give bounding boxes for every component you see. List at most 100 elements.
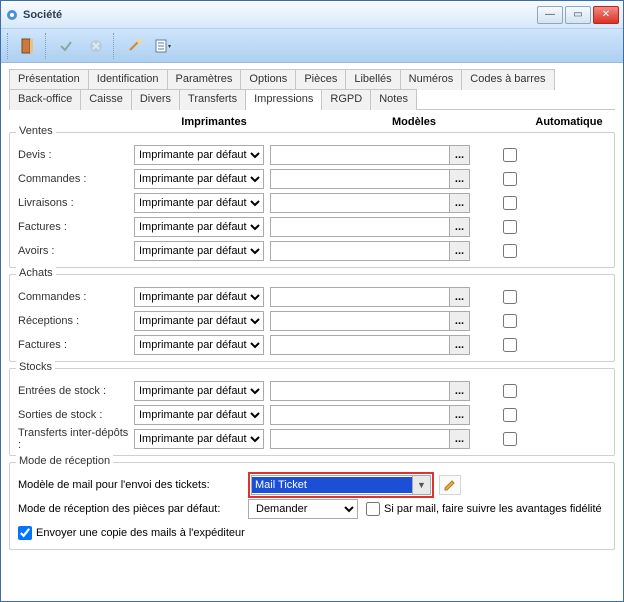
tab-num-ros[interactable]: Numéros bbox=[400, 69, 463, 90]
printer-select[interactable]: Imprimante par défaut bbox=[134, 405, 264, 425]
tab-identification[interactable]: Identification bbox=[88, 69, 168, 90]
tab-pr-sentation[interactable]: Présentation bbox=[9, 69, 89, 90]
forward-checkbox[interactable] bbox=[366, 502, 380, 516]
model-browse-button[interactable]: ... bbox=[449, 194, 469, 212]
model-select[interactable]: ... bbox=[270, 311, 470, 331]
model-select[interactable]: ... bbox=[270, 429, 470, 449]
printer-select[interactable]: Imprimante par défaut bbox=[134, 335, 264, 355]
printer-select[interactable]: Imprimante par défaut bbox=[134, 193, 264, 213]
model-browse-button[interactable]: ... bbox=[449, 242, 469, 260]
tab-back-office[interactable]: Back-office bbox=[9, 89, 81, 110]
mail-model-label: Modèle de mail pour l'envoi des tickets: bbox=[18, 479, 248, 491]
auto-checkbox[interactable] bbox=[503, 384, 517, 398]
group-stocks: StocksEntrées de stock :Imprimante par d… bbox=[9, 368, 615, 456]
model-browse-button[interactable]: ... bbox=[449, 406, 469, 424]
model-select[interactable]: ... bbox=[270, 193, 470, 213]
auto-checkbox[interactable] bbox=[503, 338, 517, 352]
forward-checkbox-label[interactable]: Si par mail, faire suivre les avantages … bbox=[366, 502, 602, 516]
tab-impressions[interactable]: Impressions bbox=[245, 89, 322, 110]
model-browse-button[interactable]: ... bbox=[449, 288, 469, 306]
tab-caisse[interactable]: Caisse bbox=[80, 89, 132, 110]
tab-strip: PrésentationIdentificationParamètresOpti… bbox=[9, 69, 615, 110]
auto-cell bbox=[470, 148, 550, 162]
default-mode-label: Mode de réception des pièces par défaut: bbox=[18, 503, 248, 515]
model-select[interactable]: ... bbox=[270, 217, 470, 237]
copy-checkbox[interactable] bbox=[18, 526, 32, 540]
toolbar-separator bbox=[45, 33, 49, 59]
auto-checkbox[interactable] bbox=[503, 408, 517, 422]
copy-checkbox-label[interactable]: Envoyer une copie des mails à l'expédite… bbox=[18, 526, 245, 540]
printer-select[interactable]: Imprimante par défaut bbox=[134, 169, 264, 189]
col-modeles: Modèles bbox=[299, 116, 529, 128]
tab-param-tres[interactable]: Paramètres bbox=[167, 69, 242, 90]
tab-notes[interactable]: Notes bbox=[370, 89, 417, 110]
model-browse-button[interactable]: ... bbox=[449, 218, 469, 236]
close-button[interactable]: ✕ bbox=[593, 6, 619, 24]
printer-select[interactable]: Imprimante par défaut bbox=[134, 429, 264, 449]
tab-divers[interactable]: Divers bbox=[131, 89, 180, 110]
exit-icon[interactable] bbox=[15, 33, 41, 59]
tab-codes-barres[interactable]: Codes à barres bbox=[461, 69, 554, 90]
row: Sorties de stock :Imprimante par défaut.… bbox=[16, 403, 608, 427]
default-mode-select[interactable]: Demander bbox=[248, 499, 358, 519]
row: Transferts inter-dépôts :Imprimante par … bbox=[16, 427, 608, 451]
printer-select[interactable]: Imprimante par défaut bbox=[134, 145, 264, 165]
model-select[interactable]: ... bbox=[270, 169, 470, 189]
tab-pi-ces[interactable]: Pièces bbox=[295, 69, 346, 90]
auto-checkbox[interactable] bbox=[503, 148, 517, 162]
group-ventes: VentesDevis :Imprimante par défaut...Com… bbox=[9, 132, 615, 268]
row: Devis :Imprimante par défaut... bbox=[16, 143, 608, 167]
model-select[interactable]: ... bbox=[270, 405, 470, 425]
groups-container: VentesDevis :Imprimante par défaut...Com… bbox=[9, 132, 615, 456]
maximize-button[interactable]: ▭ bbox=[565, 6, 591, 24]
col-imprimantes: Imprimantes bbox=[129, 116, 299, 128]
model-browse-button[interactable]: ... bbox=[449, 170, 469, 188]
auto-checkbox[interactable] bbox=[503, 314, 517, 328]
tab-options[interactable]: Options bbox=[240, 69, 296, 90]
tab-transferts[interactable]: Transferts bbox=[179, 89, 246, 110]
tab-rgpd[interactable]: RGPD bbox=[321, 89, 371, 110]
auto-checkbox[interactable] bbox=[503, 244, 517, 258]
printer-select[interactable]: Imprimante par défaut bbox=[134, 217, 264, 237]
wand-icon[interactable] bbox=[121, 33, 147, 59]
group-achats: AchatsCommandes :Imprimante par défaut..… bbox=[9, 274, 615, 362]
printer-select[interactable]: Imprimante par défaut bbox=[134, 287, 264, 307]
mail-model-value: Mail Ticket bbox=[252, 477, 412, 493]
mail-model-select[interactable]: Mail Ticket ▼ bbox=[251, 475, 431, 495]
edit-mail-model-button[interactable] bbox=[439, 475, 461, 495]
chevron-down-icon[interactable]: ▼ bbox=[412, 476, 430, 494]
model-select[interactable]: ... bbox=[270, 287, 470, 307]
doc-dropdown-icon[interactable] bbox=[151, 33, 177, 59]
model-select[interactable]: ... bbox=[270, 145, 470, 165]
auto-cell bbox=[470, 314, 550, 328]
auto-checkbox[interactable] bbox=[503, 220, 517, 234]
toolbar-separator bbox=[113, 33, 117, 59]
toolbar-separator bbox=[7, 33, 11, 59]
minimize-button[interactable]: — bbox=[537, 6, 563, 24]
model-select[interactable]: ... bbox=[270, 381, 470, 401]
model-browse-button[interactable]: ... bbox=[449, 312, 469, 330]
printer-select[interactable]: Imprimante par défaut bbox=[134, 381, 264, 401]
auto-checkbox[interactable] bbox=[503, 196, 517, 210]
row-label: Factures : bbox=[16, 221, 134, 233]
check-icon[interactable] bbox=[53, 33, 79, 59]
model-browse-button[interactable]: ... bbox=[449, 146, 469, 164]
model-browse-button[interactable]: ... bbox=[449, 336, 469, 354]
auto-checkbox[interactable] bbox=[503, 432, 517, 446]
printer-select[interactable]: Imprimante par défaut bbox=[134, 241, 264, 261]
tab-libell-s[interactable]: Libellés bbox=[345, 69, 400, 90]
auto-checkbox[interactable] bbox=[503, 172, 517, 186]
cancel-icon[interactable] bbox=[83, 33, 109, 59]
auto-cell bbox=[470, 432, 550, 446]
model-browse-button[interactable]: ... bbox=[449, 382, 469, 400]
titlebar: Société — ▭ ✕ bbox=[1, 1, 623, 29]
row-label: Réceptions : bbox=[16, 315, 134, 327]
model-browse-button[interactable]: ... bbox=[449, 430, 469, 448]
auto-checkbox[interactable] bbox=[503, 290, 517, 304]
model-select[interactable]: ... bbox=[270, 335, 470, 355]
copy-text: Envoyer une copie des mails à l'expédite… bbox=[36, 527, 245, 539]
row: Factures :Imprimante par défaut... bbox=[16, 333, 608, 357]
printer-select[interactable]: Imprimante par défaut bbox=[134, 311, 264, 331]
group-title-ventes: Ventes bbox=[16, 125, 56, 137]
model-select[interactable]: ... bbox=[270, 241, 470, 261]
